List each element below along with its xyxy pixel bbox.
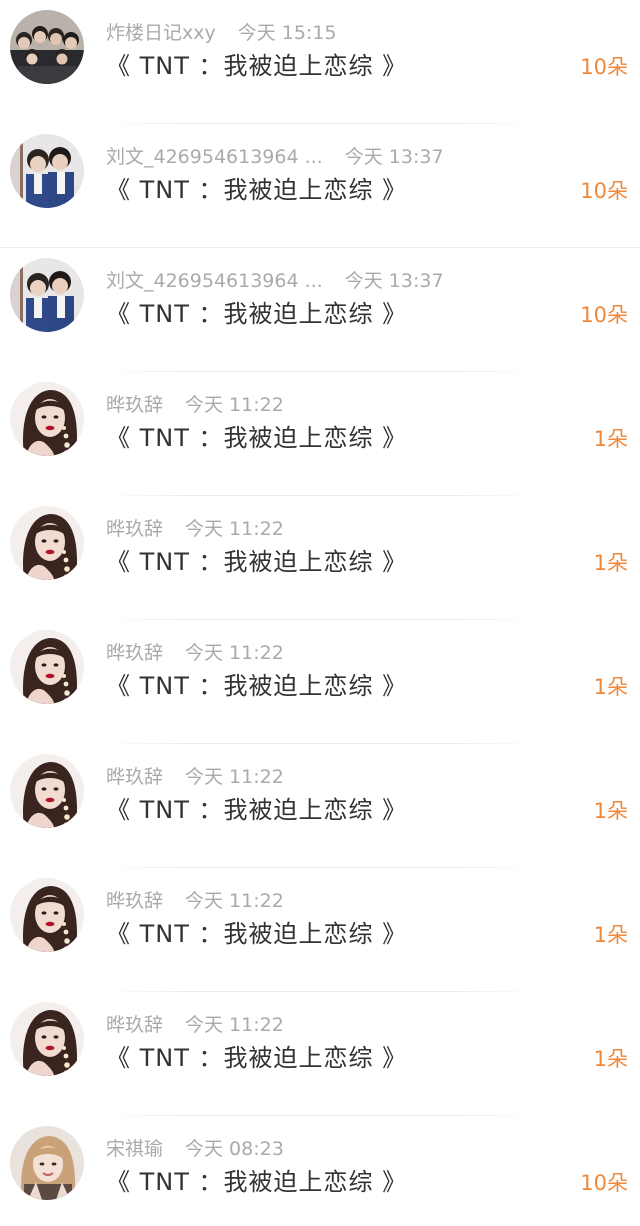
item-meta: 炸楼日记xxy 今天 15:15 <box>106 20 337 46</box>
timestamp: 今天 15:15 <box>237 22 337 44</box>
flower-count: 1朵 <box>593 427 628 451</box>
item-meta: 宋祺瑜 今天 08:23 <box>106 1136 284 1162</box>
timestamp: 今天 13:37 <box>344 270 444 292</box>
book-title[interactable]: 《 TNT ：我被迫上恋综 》 <box>106 49 407 83</box>
list-item[interactable]: 刘文_426954613964 ... 今天 13:37 《 TNT ：我被迫上恋… <box>0 124 640 248</box>
list-item[interactable]: 晔玖辞 今天 11:22 《 TNT ：我被迫上恋综 》 1朵 <box>0 620 640 744</box>
sender-name[interactable]: 炸楼日记xxy <box>106 22 216 44</box>
avatar[interactable] <box>10 754 84 828</box>
avatar[interactable] <box>10 258 84 332</box>
flower-count: 1朵 <box>593 551 628 575</box>
list-item[interactable]: 晔玖辞 今天 11:22 《 TNT ：我被迫上恋综 》 1朵 <box>0 496 640 620</box>
avatar[interactable] <box>10 10 84 84</box>
book-title[interactable]: 《 TNT ：我被迫上恋综 》 <box>106 173 407 207</box>
avatar-image-blonde <box>10 1126 84 1200</box>
sender-name[interactable]: 刘文_426954613964 ... <box>106 270 323 292</box>
sender-name[interactable]: 宋祺瑜 <box>106 1138 163 1160</box>
timestamp: 今天 11:22 <box>185 642 284 664</box>
avatar[interactable] <box>10 630 84 704</box>
flower-count: 10朵 <box>580 55 628 79</box>
avatar-image-portrait <box>10 382 84 456</box>
timestamp: 今天 11:22 <box>185 766 284 788</box>
avatar[interactable] <box>10 506 84 580</box>
flower-count: 10朵 <box>580 303 628 327</box>
avatar-image-school-duo <box>10 258 84 332</box>
book-title[interactable]: 《 TNT ：我被迫上恋综 》 <box>106 421 407 455</box>
item-meta: 晔玖辞 今天 11:22 <box>106 764 284 790</box>
list-item[interactable]: 晔玖辞 今天 11:22 《 TNT ：我被迫上恋综 》 1朵 <box>0 992 640 1116</box>
list-item[interactable]: 晔玖辞 今天 11:22 《 TNT ：我被迫上恋综 》 1朵 <box>0 868 640 992</box>
timestamp: 今天 11:22 <box>185 518 284 540</box>
sender-name[interactable]: 晔玖辞 <box>106 642 163 664</box>
book-title[interactable]: 《 TNT ：我被迫上恋综 》 <box>106 1041 407 1075</box>
book-title[interactable]: 《 TNT ：我被迫上恋综 》 <box>106 793 407 827</box>
list-item[interactable]: 宋祺瑜 今天 08:23 《 TNT ：我被迫上恋综 》 10朵 <box>0 1116 640 1226</box>
avatar[interactable] <box>10 134 84 208</box>
list-item[interactable]: 晔玖辞 今天 11:22 《 TNT ：我被迫上恋综 》 1朵 <box>0 372 640 496</box>
avatar-image-school-duo <box>10 134 84 208</box>
item-meta: 刘文_426954613964 ... 今天 13:37 <box>106 268 444 294</box>
timestamp: 今天 08:23 <box>185 1138 284 1160</box>
book-title[interactable]: 《 TNT ：我被迫上恋综 》 <box>106 1165 407 1199</box>
item-meta: 晔玖辞 今天 11:22 <box>106 640 284 666</box>
sender-name[interactable]: 晔玖辞 <box>106 394 163 416</box>
item-meta: 晔玖辞 今天 11:22 <box>106 516 284 542</box>
list-item[interactable]: 刘文_426954613964 ... 今天 13:37 《 TNT ：我被迫上恋… <box>0 248 640 372</box>
item-meta: 晔玖辞 今天 11:22 <box>106 888 284 914</box>
avatar-image-portrait <box>10 878 84 952</box>
avatar[interactable] <box>10 382 84 456</box>
book-title[interactable]: 《 TNT ：我被迫上恋综 》 <box>106 297 407 331</box>
timestamp: 今天 11:22 <box>185 394 284 416</box>
gift-record-list: 炸楼日记xxy 今天 15:15 《 TNT ：我被迫上恋综 》 10朵 刘文_4… <box>0 0 640 1226</box>
timestamp: 今天 13:37 <box>344 146 444 168</box>
sender-name[interactable]: 刘文_426954613964 ... <box>106 146 323 168</box>
flower-count: 1朵 <box>593 1047 628 1071</box>
item-meta: 刘文_426954613964 ... 今天 13:37 <box>106 144 444 170</box>
list-item[interactable]: 炸楼日记xxy 今天 15:15 《 TNT ：我被迫上恋综 》 10朵 <box>0 0 640 124</box>
item-meta: 晔玖辞 今天 11:22 <box>106 1012 284 1038</box>
sender-name[interactable]: 晔玖辞 <box>106 890 163 912</box>
sender-name[interactable]: 晔玖辞 <box>106 766 163 788</box>
avatar-image-portrait <box>10 1002 84 1076</box>
list-item[interactable]: 晔玖辞 今天 11:22 《 TNT ：我被迫上恋综 》 1朵 <box>0 744 640 868</box>
book-title[interactable]: 《 TNT ：我被迫上恋综 》 <box>106 545 407 579</box>
avatar-image-group <box>10 10 84 84</box>
avatar-image-portrait <box>10 506 84 580</box>
avatar-image-portrait <box>10 754 84 828</box>
avatar-image-portrait <box>10 630 84 704</box>
flower-count: 1朵 <box>593 923 628 947</box>
book-title[interactable]: 《 TNT ：我被迫上恋综 》 <box>106 669 407 703</box>
timestamp: 今天 11:22 <box>185 890 284 912</box>
sender-name[interactable]: 晔玖辞 <box>106 518 163 540</box>
item-meta: 晔玖辞 今天 11:22 <box>106 392 284 418</box>
flower-count: 1朵 <box>593 675 628 699</box>
book-title[interactable]: 《 TNT ：我被迫上恋综 》 <box>106 917 407 951</box>
sender-name[interactable]: 晔玖辞 <box>106 1014 163 1036</box>
avatar[interactable] <box>10 878 84 952</box>
flower-count: 10朵 <box>580 1171 628 1195</box>
flower-count: 10朵 <box>580 179 628 203</box>
timestamp: 今天 11:22 <box>185 1014 284 1036</box>
avatar[interactable] <box>10 1002 84 1076</box>
flower-count: 1朵 <box>593 799 628 823</box>
avatar[interactable] <box>10 1126 84 1200</box>
